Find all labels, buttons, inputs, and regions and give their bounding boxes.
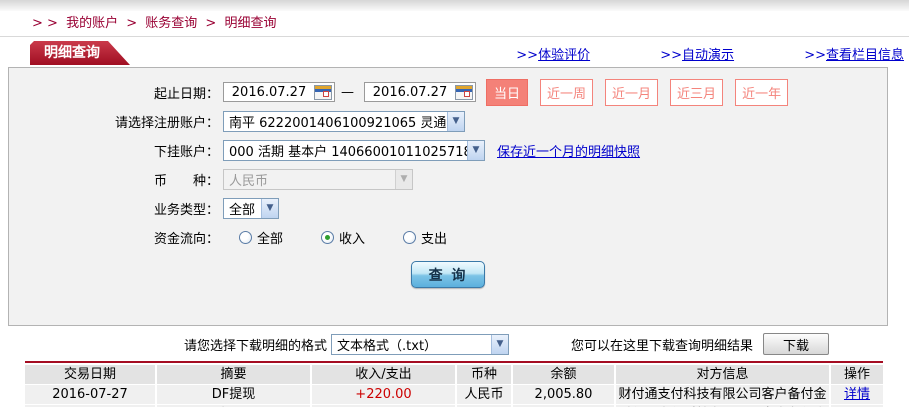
- query-form-panel: 起止日期： — 当日 近一周 近一月 近三月 近一年 请选择注册账户： 南平 6…: [8, 67, 888, 326]
- download-format-select[interactable]: 文本格式（.txt） ▼: [331, 333, 510, 355]
- auto-demo-link[interactable]: >>自动演示: [660, 48, 734, 63]
- last-three-months-button[interactable]: 近三月: [670, 78, 724, 106]
- chevron-down-icon: ▼: [491, 334, 509, 354]
- top-gradient-bar: [0, 0, 909, 11]
- cell-currency: 人民币: [457, 385, 511, 404]
- date-range-label: 起止日期：: [153, 86, 219, 102]
- experience-rating-link[interactable]: >>体验评价: [516, 48, 590, 63]
- date-range-row: 起止日期： — 当日 近一周 近一月 近三月 近一年: [9, 78, 887, 106]
- col-header-date: 交易日期: [25, 365, 155, 384]
- view-column-info-link[interactable]: >>查看栏目信息: [804, 48, 904, 63]
- table-header-row: 交易日期 摘要 收入/支出 币种 余额 对方信息 操作: [25, 365, 885, 384]
- detail-link[interactable]: 详情: [844, 387, 870, 402]
- fund-flow-option-income[interactable]: 收入: [321, 228, 365, 247]
- download-button[interactable]: 下载: [763, 333, 830, 355]
- last-month-button[interactable]: 近一月: [605, 78, 659, 106]
- date-to-input[interactable]: [365, 84, 455, 100]
- date-from-input[interactable]: [224, 84, 314, 100]
- breadcrumb-divider: [0, 36, 909, 37]
- fund-flow-label: 资金流向：: [153, 231, 219, 247]
- calendar-icon[interactable]: [455, 84, 473, 100]
- chevron-down-icon: ▼: [395, 169, 412, 189]
- cell-summary: DF提现: [157, 385, 310, 404]
- col-header-action: 操作: [831, 365, 883, 384]
- transactions-table: 交易日期 摘要 收入/支出 币种 余额 对方信息 操作 2016-07-27 D…: [25, 365, 885, 407]
- breadcrumb-prefix: > >: [32, 16, 58, 31]
- sub-account-row: 下挂账户： 000 活期 基本户 1406600101102571848 ▼ 保…: [9, 139, 887, 161]
- cell-counterparty: 财付通支付科技有限公司客户备付金: [616, 385, 829, 404]
- sub-account-label: 下挂账户：: [153, 144, 219, 160]
- date-from-field[interactable]: [223, 82, 335, 102]
- header-links: >>体验评价 >>自动演示 >>查看栏目信息: [450, 44, 904, 63]
- chevron-down-icon: ▼: [447, 111, 464, 131]
- breadcrumb-separator: >: [126, 16, 138, 31]
- chevron-down-icon: ▼: [261, 198, 278, 218]
- save-snapshot-link[interactable]: 保存近一个月的明细快照: [497, 141, 640, 160]
- table-row: 2016-07-27 DF提现 +220.00 人民币 2,005.80 财付通…: [25, 385, 885, 404]
- business-type-label: 业务类型：: [153, 202, 219, 218]
- business-type-row: 业务类型： 全部 ▼: [9, 197, 887, 219]
- tab-detail-query: 明细查询: [30, 41, 130, 65]
- download-hint: 您可以在这里下载查询明细结果: [571, 338, 754, 354]
- tab-row: 明细查询 >>体验评价 >>自动演示 >>查看栏目信息: [0, 41, 909, 65]
- fund-flow-row: 资金流向： 全部 收入 支出: [9, 226, 887, 248]
- breadcrumb-separator: >: [205, 16, 217, 31]
- today-button[interactable]: 当日: [486, 78, 529, 106]
- download-row: 请您选择下载明细的格式 文本格式（.txt） ▼ 您可以在这里下载查询明细结果 …: [184, 332, 909, 356]
- currency-row: 币 种： 人民币 ▼: [9, 168, 887, 190]
- breadcrumb-item-account-query[interactable]: 账务查询: [145, 16, 197, 31]
- currency-label: 币 种：: [153, 173, 219, 189]
- date-range-dash: —: [341, 84, 354, 100]
- last-year-button[interactable]: 近一年: [735, 78, 789, 106]
- date-to-field[interactable]: [364, 82, 476, 102]
- col-header-currency: 币种: [457, 365, 511, 384]
- register-account-row: 请选择注册账户： 南平 6222001406100921065 灵通卡 ▼: [9, 110, 887, 132]
- query-button[interactable]: 查 询: [411, 261, 485, 288]
- calendar-icon[interactable]: [314, 84, 332, 100]
- breadcrumb: > > 我的账户 > 账务查询 > 明细查询: [28, 16, 909, 32]
- register-account-label: 请选择注册账户：: [114, 115, 219, 131]
- fund-flow-option-expense[interactable]: 支出: [403, 228, 447, 247]
- download-format-label: 请您选择下载明细的格式: [184, 338, 328, 354]
- currency-select: 人民币 ▼: [223, 168, 413, 190]
- breadcrumb-item-my-account[interactable]: 我的账户: [66, 16, 118, 31]
- radio-unchecked-icon[interactable]: [239, 230, 252, 244]
- detail-query-page: > > 我的账户 > 账务查询 > 明细查询 明细查询 >>体验评价 >>自动演…: [0, 0, 909, 407]
- register-account-select[interactable]: 南平 6222001406100921065 灵通卡 ▼: [223, 110, 465, 132]
- last-week-button[interactable]: 近一周: [540, 78, 594, 106]
- radio-checked-icon[interactable]: [321, 230, 335, 244]
- sub-account-select[interactable]: 000 活期 基本户 1406600101102571848 ▼: [223, 139, 485, 161]
- col-header-summary: 摘要: [157, 365, 310, 384]
- breadcrumb-item-detail-query[interactable]: 明细查询: [224, 16, 276, 31]
- cell-date: 2016-07-27: [25, 385, 155, 404]
- business-type-select[interactable]: 全部 ▼: [223, 197, 279, 219]
- cell-amount: +220.00: [312, 385, 455, 404]
- chevron-down-icon: ▼: [467, 140, 484, 160]
- radio-unchecked-icon[interactable]: [403, 230, 417, 244]
- col-header-balance: 余额: [513, 365, 614, 384]
- cell-balance: 2,005.80: [513, 385, 614, 404]
- fund-flow-option-all[interactable]: 全部: [239, 228, 283, 247]
- table-top-divider: [25, 361, 883, 363]
- col-header-counterparty: 对方信息: [616, 365, 829, 384]
- col-header-amount: 收入/支出: [312, 365, 455, 384]
